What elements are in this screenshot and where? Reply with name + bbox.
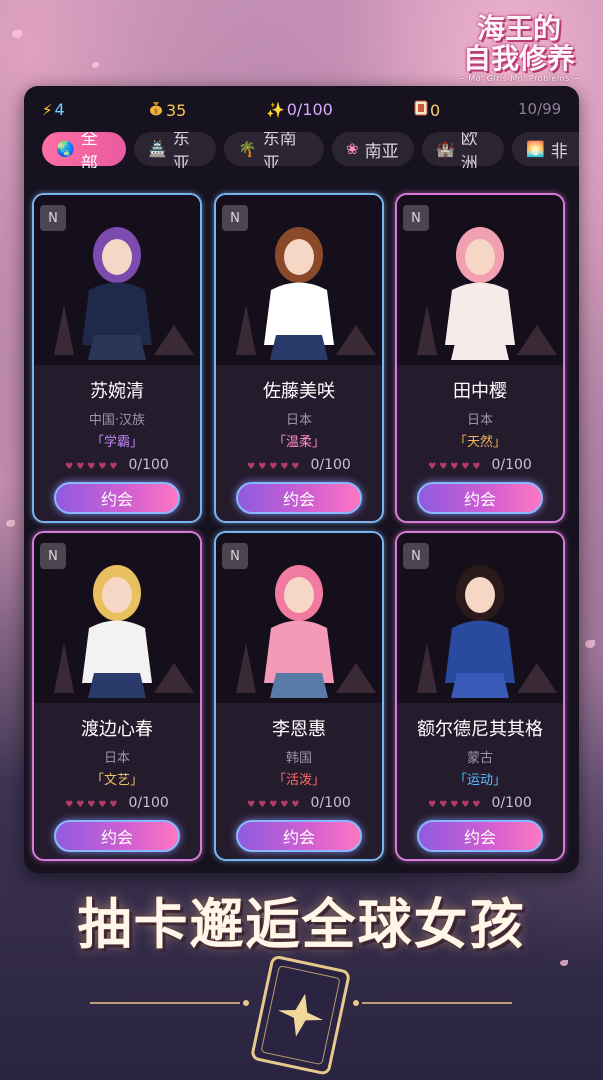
- character-card[interactable]: N 额尔德尼其其格蒙古「运动」 ♥♥♥♥♥ 0/100 约会: [395, 531, 565, 861]
- sunset-icon: 🌅: [526, 140, 545, 158]
- character-origin: 蒙古: [466, 751, 493, 766]
- collection-panel: ⚡ 4 $ 35 ✨ 0/100 0 10/99 🌏 全部 🏯 东亚 🌴 东南亚…: [24, 86, 579, 873]
- capacity-value: 10/99: [518, 100, 562, 118]
- character-origin: 日本: [466, 413, 493, 428]
- rarity-badge: N: [222, 205, 248, 231]
- affection-value: 0/100: [491, 795, 532, 811]
- affection-value: 0/100: [128, 457, 169, 473]
- tab-europe[interactable]: 🏰 欧洲: [422, 132, 504, 168]
- rarity-badge: N: [403, 543, 429, 569]
- coins-stat: $ 35: [148, 100, 186, 120]
- heart-icon: ♥♥♥♥♥: [65, 462, 121, 472]
- affection-value: 0/100: [128, 795, 169, 811]
- character-card[interactable]: N 李恩惠韩国「活泼」 ♥♥♥♥♥ 0/100 约会: [214, 531, 384, 861]
- character-card[interactable]: N 田中樱日本「天然」 ♥♥♥♥♥ 0/100 约会: [395, 193, 565, 523]
- logo-title-line2: 自我修养: [462, 42, 575, 75]
- heart-icon: ♥♥♥♥♥: [428, 462, 484, 472]
- character-trait: 「文艺」: [90, 773, 143, 788]
- tab-all[interactable]: 🌏 全部: [42, 132, 126, 168]
- energy-stat: ⚡ 4: [42, 100, 65, 119]
- castle-icon: 🏰: [436, 140, 455, 158]
- character-name: 田中樱: [453, 381, 507, 402]
- rarity-badge: N: [222, 543, 248, 569]
- heart-icon: ♥♥♥♥♥: [65, 800, 121, 810]
- character-card[interactable]: N 佐藤美咲日本「温柔」 ♥♥♥♥♥ 0/100 约会: [214, 193, 384, 523]
- tab-africa[interactable]: 🌅 非: [512, 132, 579, 166]
- coins-value: 35: [166, 100, 187, 120]
- affection-meter: ♥♥♥♥♥ 0/100: [397, 457, 563, 473]
- tab-southeast-asia[interactable]: 🌴 东南亚: [224, 132, 324, 168]
- date-button[interactable]: 约会: [417, 482, 543, 514]
- date-button[interactable]: 约会: [54, 820, 180, 852]
- rarity-badge: N: [40, 543, 66, 569]
- character-name: 佐藤美咲: [263, 381, 335, 402]
- heart-icon: ♥♥♥♥♥: [247, 462, 303, 472]
- svg-text:$: $: [154, 108, 158, 116]
- character-trait: 「天然」: [453, 435, 506, 450]
- tab-label: 全部: [80, 132, 98, 168]
- character-card[interactable]: N 苏婉清中国·汉族「学霸」 ♥♥♥♥♥ 0/100 约会: [32, 193, 202, 523]
- character-name: 渡边心春: [81, 719, 153, 740]
- capacity-stat: 10/99: [518, 100, 561, 118]
- petal-decoration: [12, 30, 22, 38]
- affection-value: 0/100: [491, 457, 532, 473]
- affection-value: 0/100: [310, 457, 351, 473]
- character-origin: 日本: [103, 751, 130, 766]
- logo-title-line1: 海王的: [476, 12, 561, 45]
- heart-icon: ♥♥♥♥♥: [247, 800, 303, 810]
- date-button[interactable]: 约会: [236, 482, 362, 514]
- cards-value: 0: [430, 100, 441, 120]
- card-back-decoration: [90, 955, 512, 1075]
- heart-icon: ♥♥♥♥♥: [428, 800, 484, 810]
- tab-label: 东南亚: [262, 132, 297, 168]
- energy-value: 4: [54, 100, 65, 119]
- affection-meter: ♥♥♥♥♥ 0/100: [34, 795, 200, 811]
- character-name: 李恩惠: [272, 719, 326, 740]
- rarity-badge: N: [40, 205, 66, 231]
- temple-icon: 🏯: [148, 140, 167, 158]
- stats-bar: ⚡ 4 $ 35 ✨ 0/100 0 10/99: [24, 86, 579, 136]
- cards-stat: 0: [414, 100, 440, 120]
- character-trait: 「温柔」: [272, 435, 325, 450]
- affection-meter: ♥♥♥♥♥ 0/100: [397, 795, 563, 811]
- character-trait: 「学霸」: [90, 435, 143, 450]
- rarity-badge: N: [403, 205, 429, 231]
- character-card[interactable]: N 渡边心春日本「文艺」 ♥♥♥♥♥ 0/100 约会: [32, 531, 202, 861]
- affection-meter: ♥♥♥♥♥ 0/100: [216, 457, 382, 473]
- lotus-icon: ❀: [346, 140, 359, 158]
- money-bag-icon: $: [148, 100, 164, 120]
- sparkles-stat: ✨ 0/100: [266, 100, 333, 119]
- sparkle-icon: ✨: [266, 100, 285, 119]
- promo-slogan: 抽卡邂逅全球女孩: [77, 892, 526, 956]
- affection-meter: ♥♥♥♥♥ 0/100: [34, 457, 200, 473]
- character-origin: 中国·汉族: [88, 413, 146, 428]
- petal-decoration: [585, 640, 595, 648]
- character-trait: 「运动」: [453, 773, 506, 788]
- petal-decoration: [92, 62, 99, 68]
- card-icon: [414, 100, 428, 120]
- lightning-icon: ⚡: [42, 100, 53, 119]
- date-button[interactable]: 约会: [54, 482, 180, 514]
- tab-label: 非: [550, 141, 568, 162]
- tab-east-asia[interactable]: 🏯 东亚: [134, 132, 216, 168]
- tab-south-asia[interactable]: ❀ 南亚: [332, 132, 414, 166]
- character-name: 额尔德尼其其格: [417, 719, 543, 740]
- character-origin: 韩国: [285, 751, 312, 766]
- character-trait: 「活泼」: [272, 773, 325, 788]
- tab-label: 欧洲: [460, 132, 478, 168]
- globe-icon: 🌏: [56, 140, 75, 158]
- character-origin: 日本: [285, 413, 312, 428]
- date-button[interactable]: 约会: [236, 820, 362, 852]
- date-button[interactable]: 约会: [417, 820, 543, 852]
- logo-subtitle: ~ Mo' Girls Mo' Problems ~: [457, 74, 581, 83]
- region-tabs: 🌏 全部 🏯 东亚 🌴 东南亚 ❀ 南亚 🏰 欧洲 🌅 非: [42, 132, 579, 168]
- affection-meter: ♥♥♥♥♥ 0/100: [216, 795, 382, 811]
- palm-tree-icon: 🌴: [238, 140, 257, 158]
- petal-decoration: [6, 520, 15, 527]
- sparkles-value: 0/100: [286, 100, 333, 119]
- character-name: 苏婉清: [90, 381, 144, 402]
- tab-label: 东亚: [172, 132, 190, 168]
- affection-value: 0/100: [310, 795, 351, 811]
- tab-label: 南亚: [364, 141, 399, 162]
